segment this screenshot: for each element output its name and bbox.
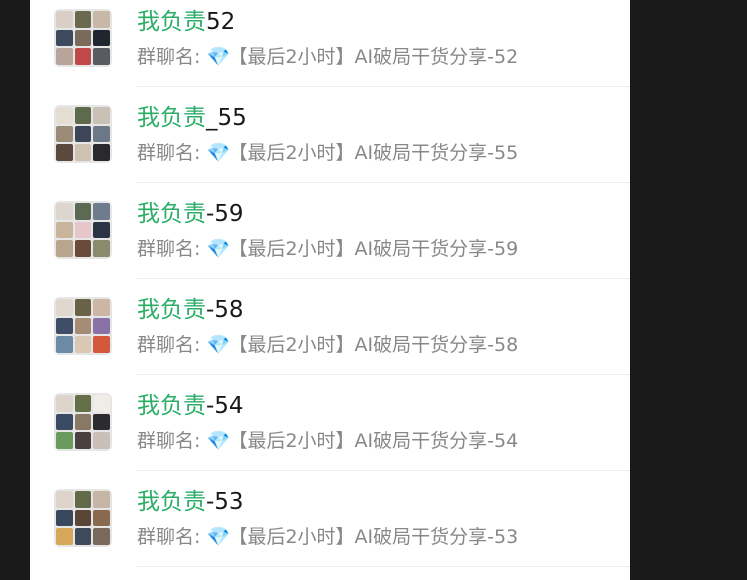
name-highlight: 我负责 <box>137 393 206 419</box>
group-name-line: 群聊名: 💎【最后2小时】AI破局干货分享-52 <box>137 43 518 71</box>
chat-name: 我负责_55 <box>137 102 247 134</box>
group-avatar-icon <box>54 297 112 355</box>
name-highlight: 我负责 <box>137 201 206 227</box>
group-avatar-icon <box>54 9 112 67</box>
chat-result-item[interactable]: 我负责-53 群聊名: 💎【最后2小时】AI破局干货分享-53 <box>30 480 630 576</box>
group-label: 群聊名: <box>137 238 201 260</box>
gem-icon: 💎 <box>206 142 231 164</box>
divider <box>137 470 630 471</box>
name-suffix: 52 <box>206 9 236 35</box>
divider <box>137 86 630 87</box>
group-name: 【最后2小时】AI破局干货分享-58 <box>228 334 519 356</box>
group-label: 群聊名: <box>137 46 201 68</box>
group-name: 【最后2小时】AI破局干货分享-59 <box>228 238 519 260</box>
gem-icon: 💎 <box>206 526 231 548</box>
group-label: 群聊名: <box>137 334 201 356</box>
group-avatar-icon <box>54 201 112 259</box>
group-name: 【最后2小时】AI破局干货分享-53 <box>228 526 519 548</box>
group-avatar-icon <box>54 393 112 451</box>
chat-name: 我负责-58 <box>137 294 244 326</box>
group-avatar-icon <box>54 105 112 163</box>
divider <box>137 278 630 279</box>
group-name: 【最后2小时】AI破局干货分享-52 <box>228 46 519 68</box>
chat-name: 我负责-53 <box>137 486 244 518</box>
name-highlight: 我负责 <box>137 297 206 323</box>
gem-icon: 💎 <box>206 334 231 356</box>
group-label: 群聊名: <box>137 142 201 164</box>
chat-name: 我负责-54 <box>137 390 244 422</box>
group-name: 【最后2小时】AI破局干货分享-55 <box>228 142 519 164</box>
name-highlight: 我负责 <box>137 105 206 131</box>
name-suffix: -54 <box>206 393 244 419</box>
divider <box>137 182 630 183</box>
name-suffix: -59 <box>206 201 244 227</box>
chat-result-item[interactable]: 我负责52 群聊名: 💎【最后2小时】AI破局干货分享-52 <box>30 0 630 96</box>
chat-name: 我负责-59 <box>137 198 244 230</box>
group-name-line: 群聊名: 💎【最后2小时】AI破局干货分享-54 <box>137 427 518 455</box>
chat-name: 我负责52 <box>137 6 235 38</box>
name-suffix: _55 <box>206 105 247 131</box>
group-avatar-icon <box>54 489 112 547</box>
gem-icon: 💎 <box>206 46 231 68</box>
name-suffix: -53 <box>206 489 244 515</box>
name-highlight: 我负责 <box>137 489 206 515</box>
divider <box>137 566 630 567</box>
divider <box>137 374 630 375</box>
group-name-line: 群聊名: 💎【最后2小时】AI破局干货分享-59 <box>137 235 518 263</box>
group-name: 【最后2小时】AI破局干货分享-54 <box>228 430 519 452</box>
chat-result-item[interactable]: 我负责_55 群聊名: 💎【最后2小时】AI破局干货分享-55 <box>30 96 630 192</box>
chat-result-item[interactable]: 我负责-59 群聊名: 💎【最后2小时】AI破局干货分享-59 <box>30 192 630 288</box>
group-name-line: 群聊名: 💎【最后2小时】AI破局干货分享-53 <box>137 523 518 551</box>
name-suffix: -58 <box>206 297 244 323</box>
gem-icon: 💎 <box>206 430 231 452</box>
group-name-line: 群聊名: 💎【最后2小时】AI破局干货分享-55 <box>137 139 518 167</box>
group-name-line: 群聊名: 💎【最后2小时】AI破局干货分享-58 <box>137 331 518 359</box>
gem-icon: 💎 <box>206 238 231 260</box>
chat-result-item[interactable]: 我负责-58 群聊名: 💎【最后2小时】AI破局干货分享-58 <box>30 288 630 384</box>
chat-result-item[interactable]: 我负责-54 群聊名: 💎【最后2小时】AI破局干货分享-54 <box>30 384 630 480</box>
search-results-panel: 我负责52 群聊名: 💎【最后2小时】AI破局干货分享-52 我负责_55 群聊… <box>30 0 630 580</box>
name-highlight: 我负责 <box>137 9 206 35</box>
group-label: 群聊名: <box>137 526 201 548</box>
group-label: 群聊名: <box>137 430 201 452</box>
